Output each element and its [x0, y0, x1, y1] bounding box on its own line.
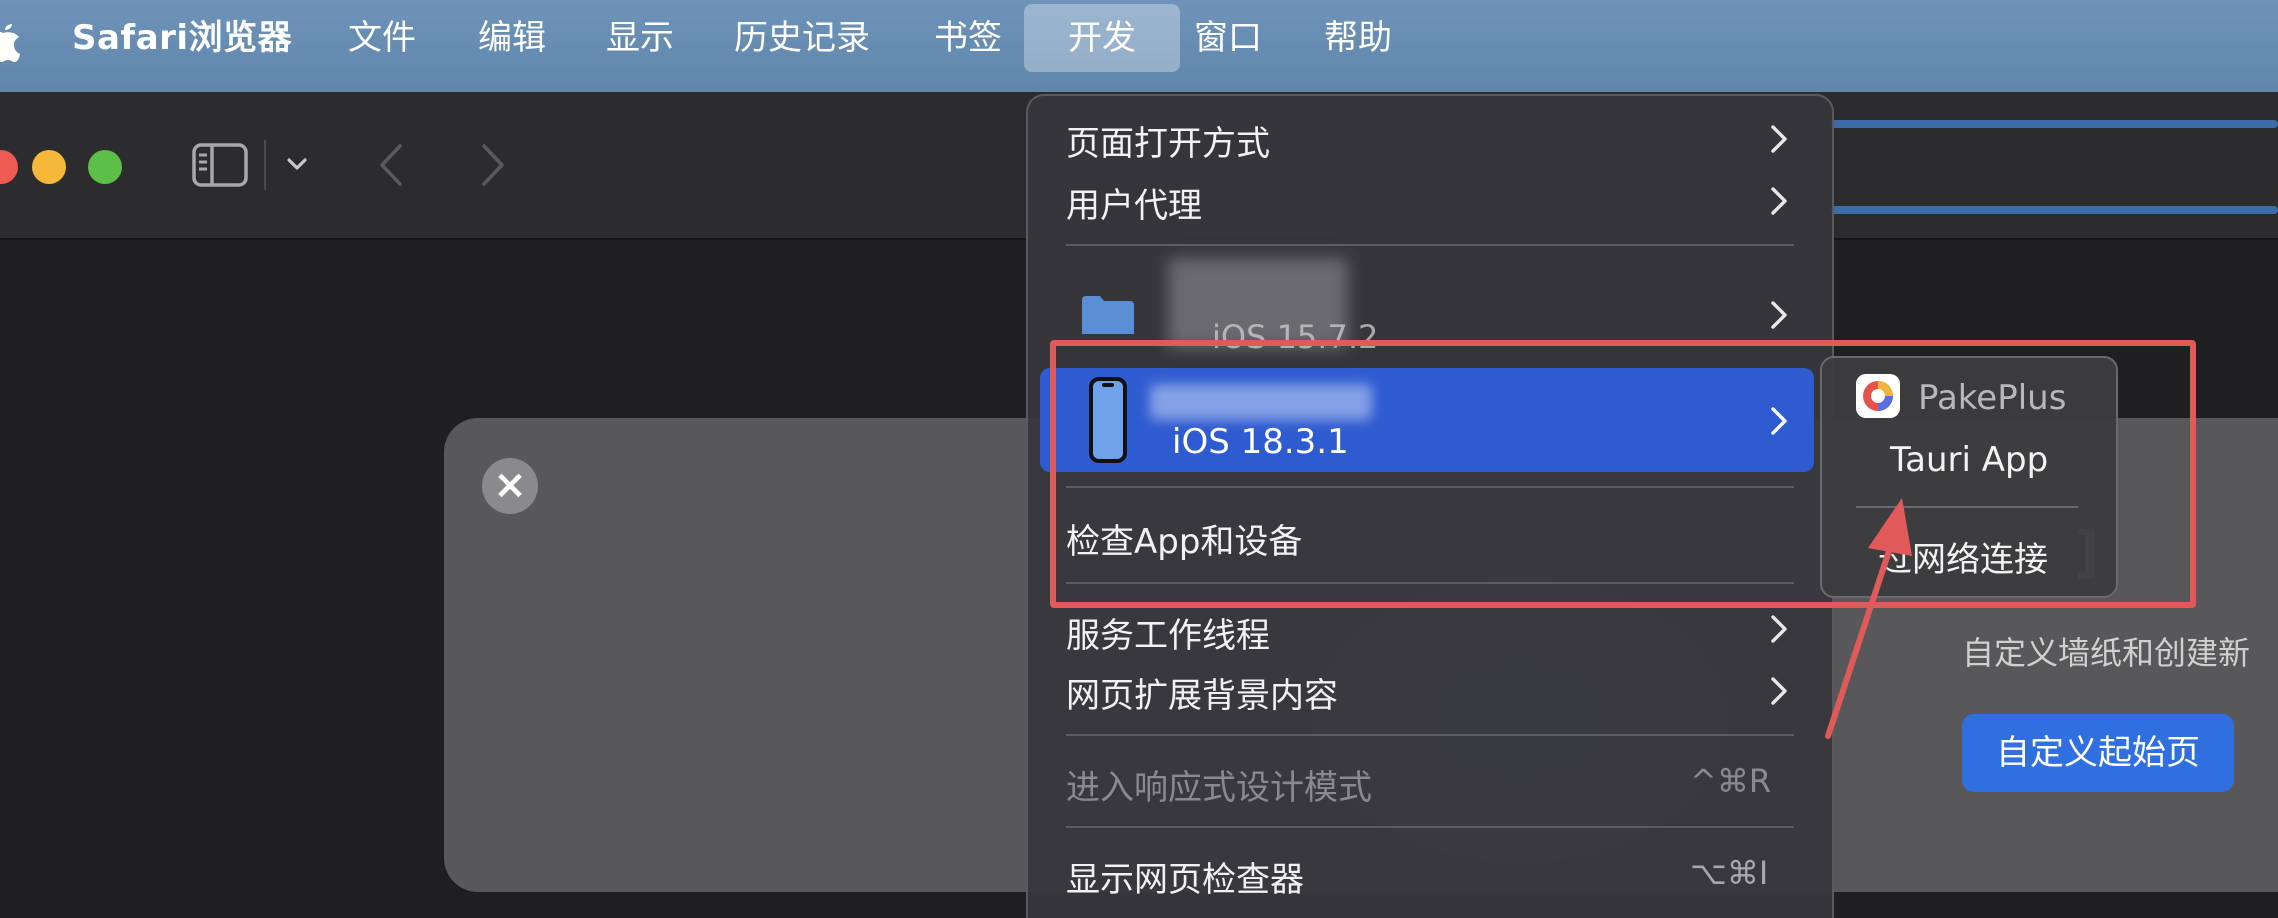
- forward-icon[interactable]: [478, 142, 508, 188]
- chevron-right-icon: [1771, 125, 1787, 153]
- tab-indicator-lower: [1830, 206, 2278, 214]
- menu-bar: Safari浏览器 文件 编辑 显示 历史记录 书签 开发 窗口 帮助: [0, 0, 2278, 92]
- back-icon[interactable]: [376, 142, 406, 188]
- menu-view[interactable]: 显示: [592, 4, 688, 72]
- chevron-right-icon: [1771, 615, 1787, 643]
- promo-text: 自定义墙纸和创建新: [1962, 634, 2251, 672]
- sidebar-toggle-icon[interactable]: [192, 142, 248, 188]
- menu-item-responsive-design: 进入响应式设计模式: [1066, 768, 1372, 808]
- shortcut-show-inspector: ⌥⌘I: [1690, 854, 1769, 892]
- menu-develop[interactable]: 开发: [1024, 4, 1180, 72]
- close-card-button[interactable]: ×: [482, 458, 538, 514]
- toolbar-divider: [264, 140, 266, 190]
- zoom-window-button[interactable]: [88, 150, 122, 184]
- shortcut-responsive-design: ^⌘R: [1690, 762, 1772, 800]
- menu-separator: [1066, 826, 1794, 828]
- tab-indicator: [1830, 120, 2278, 128]
- chevron-right-icon: [1771, 677, 1787, 705]
- customize-start-page-button[interactable]: 自定义起始页: [1962, 714, 2234, 792]
- menu-separator: [1066, 244, 1794, 246]
- menu-item-show-inspector[interactable]: 显示网页检查器: [1066, 852, 1304, 901]
- app-menu-safari[interactable]: Safari浏览器: [72, 0, 292, 76]
- menu-item-user-agent[interactable]: 用户代理: [1066, 178, 1202, 227]
- menu-file[interactable]: 文件: [334, 4, 430, 72]
- menu-item-open-page-with[interactable]: 页面打开方式: [1066, 116, 1270, 165]
- apple-logo-icon[interactable]: [0, 16, 20, 68]
- annotation-highlight-box: [1050, 340, 2196, 608]
- minimize-window-button[interactable]: [32, 150, 66, 184]
- chevron-down-icon[interactable]: [286, 156, 308, 172]
- menu-edit[interactable]: 编辑: [464, 4, 560, 72]
- menu-help[interactable]: 帮助: [1310, 4, 1406, 72]
- folder-device-icon: [1082, 296, 1134, 334]
- menu-item-service-workers[interactable]: 服务工作线程: [1066, 608, 1270, 657]
- menu-separator: [1066, 734, 1794, 736]
- menu-window[interactable]: 窗口: [1180, 4, 1276, 72]
- menu-bookmarks[interactable]: 书签: [920, 4, 1016, 72]
- chevron-right-icon: [1771, 301, 1787, 329]
- menu-history[interactable]: 历史记录: [720, 4, 884, 72]
- menu-item-extension-background[interactable]: 网页扩展背景内容: [1066, 668, 1338, 717]
- chevron-right-icon: [1771, 187, 1787, 215]
